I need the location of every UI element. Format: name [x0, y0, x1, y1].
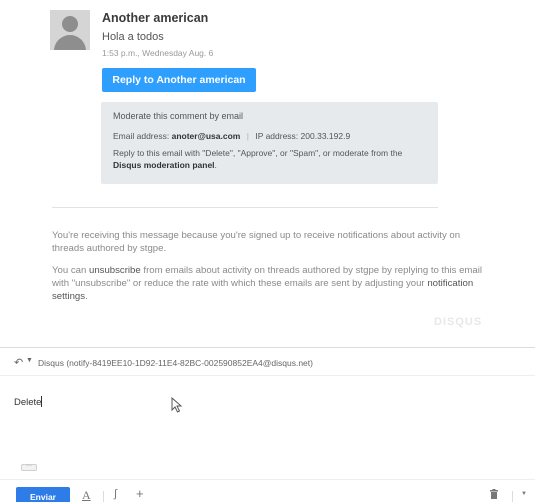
- compose-toolbar: [0, 479, 535, 502]
- moderation-instructions: Reply to this email with "Delete", "Appr…: [113, 147, 426, 171]
- unsubscribe-link[interactable]: unsubscribe: [89, 265, 141, 276]
- comment-author: Another american: [102, 11, 209, 25]
- moderation-panel-link[interactable]: Disqus moderation panel: [113, 160, 215, 170]
- comment-timestamp: 1:53 p.m., Wednesday Aug. 6: [102, 48, 214, 58]
- message-body-text: Delete: [14, 397, 42, 408]
- comment-text: Hola a todos: [102, 31, 164, 43]
- text-cursor: [41, 396, 43, 407]
- insert-icon[interactable]: +: [136, 486, 144, 501]
- email-body: Another american Hola a todos 1:53 p.m.,…: [0, 0, 535, 345]
- reply-to-author-button[interactable]: Reply to Another american: [102, 68, 256, 92]
- details-separator: |: [246, 131, 249, 141]
- moderation-title: Moderate this comment by email: [113, 111, 244, 121]
- notification-reason: You're receiving this message because yo…: [52, 230, 461, 254]
- trash-icon[interactable]: [490, 489, 498, 499]
- unsubscribe-suffix: .: [85, 291, 88, 302]
- disqus-logo: DISQUS: [434, 316, 483, 328]
- recipient-field[interactable]: Disqus (notify-8419EE10-1D92-11E4-82BC-0…: [38, 358, 313, 368]
- avatar-shoulders: [54, 35, 86, 50]
- message-body[interactable]: Delete: [14, 396, 43, 408]
- ip-label: IP address:: [255, 131, 299, 141]
- text-format-icon[interactable]: A: [82, 488, 91, 502]
- email-value: anoter@usa.com: [171, 131, 241, 141]
- ip-value: 200.33.192.9: [300, 131, 351, 141]
- more-options-chevron-icon[interactable]: ▼: [521, 491, 527, 497]
- toolbar-separator-right: [512, 491, 513, 502]
- section-divider: [52, 207, 438, 208]
- commenter-avatar: [50, 10, 90, 50]
- compose-reply-pane: ↶ ▼ Disqus (notify-8419EE10-1D92-11E4-82…: [0, 347, 535, 502]
- paperclip-icon[interactable]: ∫: [114, 488, 117, 500]
- reply-icon[interactable]: ↶: [14, 356, 23, 369]
- chevron-down-icon[interactable]: ▼: [26, 357, 33, 364]
- mouse-pointer-icon: [171, 397, 183, 413]
- compose-header: ↶ ▼ Disqus (notify-8419EE10-1D92-11E4-82…: [0, 348, 535, 376]
- send-button[interactable]: Enviar: [16, 487, 70, 502]
- unsubscribe-prefix: You can: [52, 265, 87, 276]
- toolbar-separator: [103, 491, 104, 502]
- moderation-instructions-end: .: [214, 160, 217, 170]
- moderation-box: Moderate this comment by email Email add…: [101, 102, 438, 184]
- moderation-details: Email address: anoter@usa.com | IP addre…: [113, 130, 426, 142]
- avatar-head: [62, 16, 78, 32]
- moderation-instructions-text: Reply to this email with "Delete", "Appr…: [113, 148, 403, 158]
- show-trimmed-content-button[interactable]: ···: [21, 463, 37, 471]
- unsubscribe-notice: You can unsubscribe from emails about ac…: [52, 264, 492, 303]
- email-label: Email address:: [113, 131, 170, 141]
